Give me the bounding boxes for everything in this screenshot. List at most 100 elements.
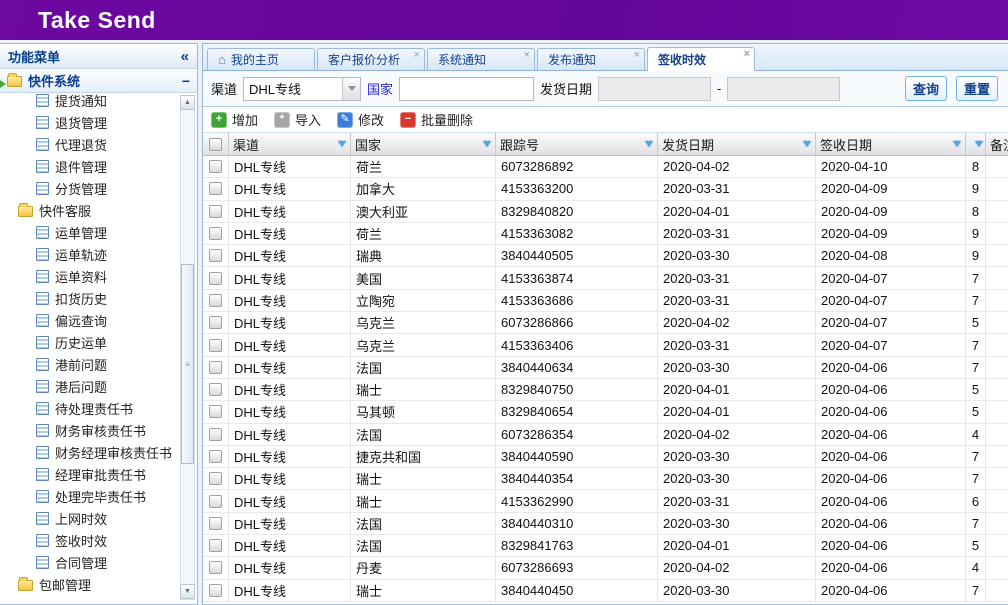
column-header-ship_date[interactable]: 发货日期 — [658, 133, 816, 155]
toolbar-button-批量删除[interactable]: −批量删除 — [400, 110, 473, 129]
sidebar-item-历史运单[interactable]: 历史运单 — [0, 331, 197, 353]
filter-dropdown-icon[interactable] — [803, 141, 811, 147]
table-row[interactable]: DHL专线瑞士83298407502020-04-012020-04-065 — [203, 379, 1008, 401]
table-row[interactable]: DHL专线荷兰60732868922020-04-022020-04-108 — [203, 156, 1008, 178]
table-row[interactable]: DHL专线加拿大41533632002020-03-312020-04-099 — [203, 178, 1008, 200]
sidebar-scrollbar[interactable]: ▲ ≡ ▼ — [180, 95, 195, 600]
sidebar-section-express-system[interactable]: 快件系统 − — [0, 69, 197, 93]
sidebar-item-财务经理审核责任书[interactable]: 财务经理审核责任书 — [0, 441, 197, 463]
row-checkbox[interactable] — [209, 272, 222, 285]
row-checkbox[interactable] — [209, 539, 222, 552]
sidebar-item-退货管理[interactable]: 退货管理 — [0, 111, 197, 133]
row-checkbox[interactable] — [209, 316, 222, 329]
sidebar-item-提货通知[interactable]: 提货通知 — [0, 93, 197, 111]
reset-button[interactable]: 重置 — [956, 76, 998, 101]
column-header-country[interactable]: 国家 — [351, 133, 496, 155]
sidebar-item-合同管理[interactable]: 合同管理 — [0, 551, 197, 573]
table-row[interactable]: DHL专线丹麦60732866932020-04-022020-04-064 — [203, 557, 1008, 579]
sidebar-item-运单管理[interactable]: 运单管理 — [0, 221, 197, 243]
row-checkbox[interactable] — [209, 383, 222, 396]
column-header-sign_date[interactable]: 签收日期 — [816, 133, 966, 155]
sidebar-item-处理完毕责任书[interactable]: 处理完毕责任书 — [0, 485, 197, 507]
sidebar-item-运单资料[interactable]: 运单资料 — [0, 265, 197, 287]
sidebar-item-偏远查询[interactable]: 偏远查询 — [0, 309, 197, 331]
sidebar-item-包邮管理[interactable]: 包邮管理 — [0, 573, 197, 595]
collapse-minus-icon[interactable]: − — [182, 73, 190, 89]
row-checkbox[interactable] — [209, 405, 222, 418]
sidebar-item-财务审核责任书[interactable]: 财务审核责任书 — [0, 419, 197, 441]
table-row[interactable]: DHL专线美国41533638742020-03-312020-04-077 — [203, 267, 1008, 289]
ship-date-from-input[interactable] — [598, 77, 711, 101]
table-row[interactable]: DHL专线荷兰41533630822020-03-312020-04-099 — [203, 223, 1008, 245]
toolbar-button-导入[interactable]: *导入 — [274, 110, 321, 129]
table-row[interactable]: DHL专线乌克兰41533634062020-03-312020-04-077 — [203, 334, 1008, 356]
sidebar-item-港后问题[interactable]: 港后问题 — [0, 375, 197, 397]
table-row[interactable]: DHL专线法国38404403102020-03-302020-04-067 — [203, 513, 1008, 535]
table-row[interactable]: DHL专线澳大利亚83298408202020-04-012020-04-098 — [203, 201, 1008, 223]
sidebar-item-运单轨迹[interactable]: 运单轨迹 — [0, 243, 197, 265]
filter-dropdown-icon[interactable] — [975, 141, 983, 147]
sidebar-item-上网时效[interactable]: 上网时效 — [0, 507, 197, 529]
sidebar-item-分货管理[interactable]: 分货管理 — [0, 177, 197, 199]
row-checkbox[interactable] — [209, 472, 222, 485]
row-checkbox[interactable] — [209, 182, 222, 195]
row-checkbox[interactable] — [209, 517, 222, 530]
scrollbar-thumb[interactable]: ≡ — [181, 264, 194, 464]
row-checkbox[interactable] — [209, 339, 222, 352]
sidebar-item-待处理责任书[interactable]: 待处理责任书 — [0, 397, 197, 419]
row-checkbox[interactable] — [209, 205, 222, 218]
table-row[interactable]: DHL专线马其顿83298406542020-04-012020-04-065 — [203, 401, 1008, 423]
table-row[interactable]: DHL专线立陶宛41533636862020-03-312020-04-077 — [203, 290, 1008, 312]
toolbar-button-增加[interactable]: +增加 — [211, 110, 258, 129]
table-row[interactable]: DHL专线法国38404406342020-03-302020-04-067 — [203, 357, 1008, 379]
row-checkbox[interactable] — [209, 584, 222, 597]
sidebar-item-港前问题[interactable]: 港前问题 — [0, 353, 197, 375]
sidebar-item-退件管理[interactable]: 退件管理 — [0, 155, 197, 177]
row-checkbox[interactable] — [209, 361, 222, 374]
close-icon[interactable]: × — [634, 50, 640, 61]
table-row[interactable]: DHL专线瑞士38404404502020-03-302020-04-067 — [203, 580, 1008, 602]
table-row[interactable]: DHL专线瑞士41533629902020-03-312020-04-066 — [203, 490, 1008, 512]
sidebar-item-代理退货[interactable]: 代理退货 — [0, 133, 197, 155]
table-row[interactable]: DHL专线瑞典38404405052020-03-302020-04-089 — [203, 245, 1008, 267]
row-checkbox[interactable] — [209, 495, 222, 508]
table-row[interactable]: DHL专线法国83298417632020-04-012020-04-065 — [203, 535, 1008, 557]
table-row[interactable]: DHL专线乌克兰60732868662020-04-022020-04-075 — [203, 312, 1008, 334]
column-header-channel[interactable]: 渠道 — [229, 133, 351, 155]
channel-select[interactable]: DHL专线 — [243, 77, 361, 101]
row-checkbox[interactable] — [209, 160, 222, 173]
row-checkbox[interactable] — [209, 249, 222, 262]
toolbar-button-修改[interactable]: ✎修改 — [337, 110, 384, 129]
column-header-days[interactable] — [966, 133, 986, 155]
close-icon[interactable]: × — [414, 50, 420, 61]
row-checkbox[interactable] — [209, 227, 222, 240]
filter-dropdown-icon[interactable] — [645, 141, 653, 147]
close-icon[interactable]: × — [524, 50, 530, 61]
sidebar-item-扣货历史[interactable]: 扣货历史 — [0, 287, 197, 309]
filter-dropdown-icon[interactable] — [338, 141, 346, 147]
sidebar-collapse-icon[interactable]: « — [181, 48, 189, 65]
table-row[interactable]: DHL专线瑞士38404403542020-03-302020-04-067 — [203, 468, 1008, 490]
tab-签收时效[interactable]: 签收时效× — [647, 47, 755, 71]
tab-系统通知[interactable]: 系统通知× — [427, 48, 535, 71]
sidebar-item-快件客服[interactable]: 快件客服 — [0, 199, 197, 221]
row-checkbox[interactable] — [209, 450, 222, 463]
scroll-up-arrow-icon[interactable]: ▲ — [180, 95, 195, 110]
tab-客户报价分析[interactable]: 客户报价分析× — [317, 48, 425, 71]
column-header-tracking_no[interactable]: 跟踪号 — [496, 133, 658, 155]
filter-dropdown-icon[interactable] — [483, 141, 491, 147]
sidebar-item-经理审批责任书[interactable]: 经理审批责任书 — [0, 463, 197, 485]
country-input[interactable] — [399, 77, 534, 101]
tab-发布通知[interactable]: 发布通知× — [537, 48, 645, 71]
ship-date-to-input[interactable] — [727, 77, 840, 101]
select-all-checkbox[interactable] — [209, 138, 222, 151]
sidebar-item-签收时效[interactable]: 签收时效 — [0, 529, 197, 551]
row-checkbox[interactable] — [209, 294, 222, 307]
table-row[interactable]: DHL专线法国60732863542020-04-022020-04-064 — [203, 424, 1008, 446]
scroll-down-arrow-icon[interactable]: ▼ — [180, 584, 195, 599]
row-checkbox[interactable] — [209, 561, 222, 574]
tab-我的主页[interactable]: ⌂我的主页 — [207, 48, 315, 71]
table-row[interactable]: DHL专线捷克共和国38404405902020-03-302020-04-06… — [203, 446, 1008, 468]
query-button[interactable]: 查询 — [905, 76, 947, 101]
chevron-down-icon[interactable] — [342, 78, 360, 100]
